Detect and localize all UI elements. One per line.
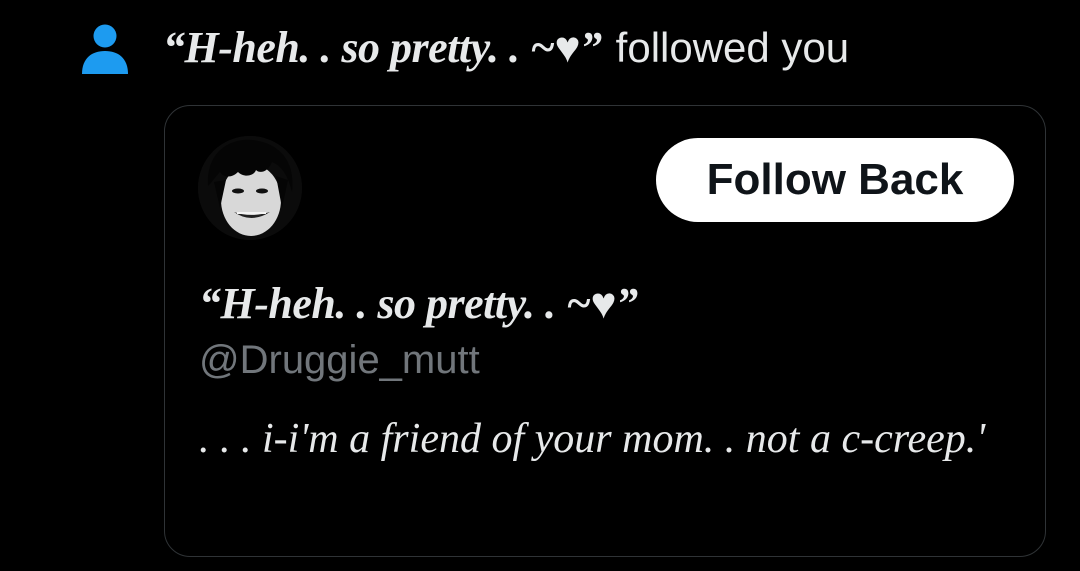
notification-action-text: followed you	[615, 24, 850, 71]
card-handle[interactable]: @Druggie_mutt	[199, 334, 480, 386]
card-display-name[interactable]: “H-heh. . so pretty. . ~♥”	[199, 276, 638, 332]
profile-avatar[interactable]	[198, 136, 302, 240]
user-card[interactable]: Follow Back “H-heh. . so pretty. . ~♥” @…	[164, 105, 1046, 557]
notification-headline: “H-heh. . so pretty. . ~♥” followed you	[163, 18, 849, 78]
card-bio: . . . i-i'm a friend of your mom. . not …	[199, 416, 986, 462]
notification-display-name[interactable]: “H-heh. . so pretty. . ~♥”	[163, 23, 602, 72]
follow-notification[interactable]: “H-heh. . so pretty. . ~♥” followed you	[0, 0, 1080, 100]
follow-back-button[interactable]: Follow Back	[656, 138, 1014, 222]
person-icon	[80, 22, 130, 76]
